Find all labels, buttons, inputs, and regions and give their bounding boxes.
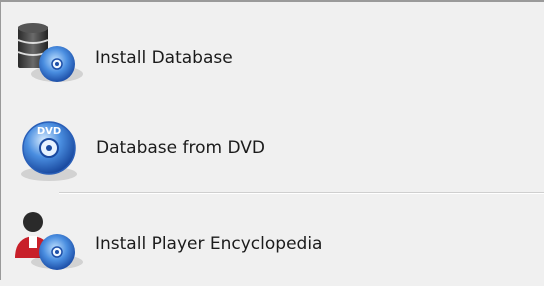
player-install-icon	[15, 212, 83, 270]
database-install-icon	[17, 23, 83, 82]
menu-item-database-from-dvd[interactable]: DVD Database from DVD	[1, 106, 544, 190]
menu-separator	[59, 192, 544, 193]
menu-item-install-player-encyclopedia[interactable]: Install Player Encyclopedia	[1, 202, 544, 286]
menu-item-install-database[interactable]: Install Database	[1, 16, 544, 100]
install-menu: Install Database DVD Database from DVD I…	[0, 0, 544, 280]
menu-item-label: Install Player Encyclopedia	[95, 234, 323, 254]
menu-item-label: Database from DVD	[96, 138, 265, 158]
svg-text:DVD: DVD	[37, 126, 61, 137]
menu-item-label: Install Database	[95, 48, 233, 68]
dvd-disc-icon: DVD	[21, 121, 77, 181]
